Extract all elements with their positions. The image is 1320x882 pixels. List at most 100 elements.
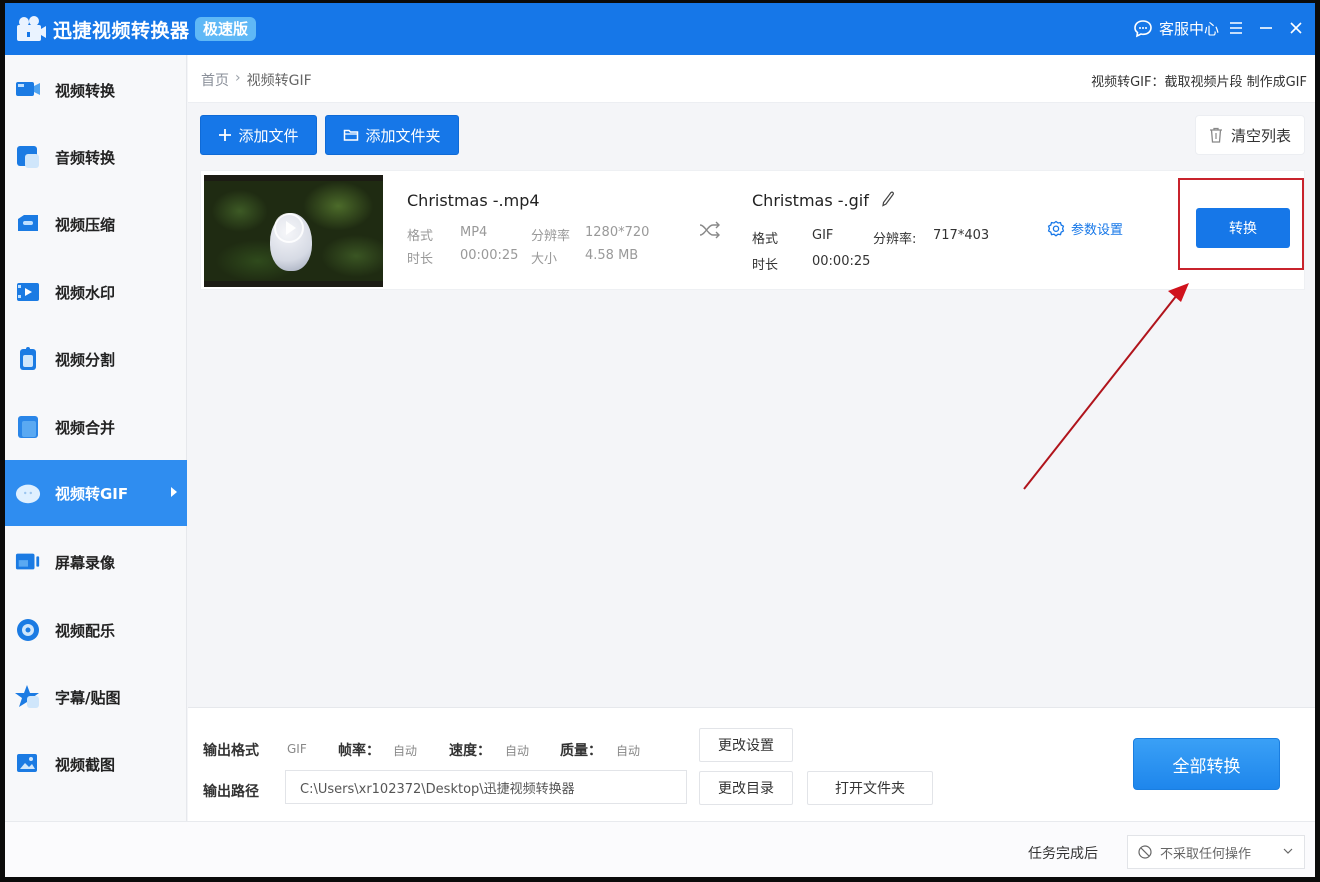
video-thumbnail[interactable]: [204, 175, 383, 287]
source-format-value: MP4: [460, 225, 488, 240]
customer-service-label: 客服中心: [1158, 20, 1219, 38]
video-music-icon: [15, 617, 41, 643]
sidebar-item-label: 视频压缩: [55, 215, 116, 234]
source-resolution-label: 分辨率: [531, 229, 571, 244]
sidebar-item-video-merge[interactable]: 视频合并: [5, 394, 187, 460]
highlight-box: 转换: [1178, 178, 1304, 270]
sidebar-item-label: 视频转GIF: [55, 484, 129, 503]
feature-hint: 视频转GIF：截取视频片段 制作成GIF: [1091, 75, 1307, 90]
active-arrow-icon: [171, 487, 177, 497]
app-window: 迅捷视频转换器 极速版 客服中心 视频转换 音频转换 视频压缩 视频水印 视频分…: [5, 3, 1315, 877]
clear-list-button[interactable]: 清空列表: [1195, 115, 1305, 155]
add-folder-button[interactable]: 添加文件夹: [325, 115, 459, 155]
output-duration-label: 时长: [752, 258, 779, 273]
source-format-label: 格式: [407, 229, 434, 244]
output-format-label: 格式: [752, 232, 779, 247]
output-duration-value: 00:00:25: [812, 254, 871, 269]
output-format-value: GIF: [287, 742, 307, 756]
video-screenshot-icon: [15, 751, 41, 777]
breadcrumb: 首页 › 视频转GIF: [201, 70, 312, 90]
gear-icon: [1047, 220, 1065, 237]
sidebar-item-video-screenshot[interactable]: 视频截图: [5, 731, 187, 797]
edit-name-icon[interactable]: [881, 191, 895, 207]
sidebar-item-video-to-gif[interactable]: 视频转GIF: [5, 460, 187, 526]
sidebar-item-video-convert[interactable]: 视频转换: [5, 57, 187, 123]
param-settings-label: 参数设置: [1071, 223, 1124, 238]
video-merge-icon: [15, 414, 41, 440]
subtitle-sticker-icon: [15, 684, 41, 710]
speed-label: 速度：: [449, 743, 491, 759]
video-compress-icon: [15, 211, 41, 237]
video-to-gif-icon: [15, 480, 41, 506]
plus-icon: [219, 129, 232, 141]
breadcrumb-separator: ›: [235, 70, 241, 86]
sidebar-item-label: 字幕/贴图: [55, 688, 121, 707]
convert-arrow-icon: [699, 221, 720, 239]
param-settings-button[interactable]: 参数设置: [1047, 219, 1123, 238]
add-folder-label: 添加文件夹: [365, 126, 441, 145]
prohibit-icon: [1138, 845, 1152, 859]
chat-bubble-icon: [1134, 19, 1152, 37]
sidebar-item-label: 屏幕录像: [55, 553, 116, 572]
play-icon[interactable]: [274, 213, 304, 243]
sidebar-item-label: 视频合并: [55, 418, 116, 437]
menu-icon[interactable]: [1225, 17, 1247, 39]
sidebar-item-label: 视频分割: [55, 350, 116, 369]
video-watermark-icon: [15, 279, 41, 305]
output-path-input[interactable]: [285, 770, 687, 804]
after-task-select[interactable]: 不采取任何操作: [1127, 835, 1305, 869]
sidebar-item-video-split[interactable]: 视频分割: [5, 326, 187, 392]
convert-button[interactable]: 转换: [1196, 208, 1290, 248]
source-size-value: 4.58 MB: [585, 248, 639, 263]
sidebar-item-label: 音频转换: [55, 148, 116, 167]
add-file-button[interactable]: 添加文件: [200, 115, 317, 155]
output-panel: 输出格式 GIF 帧率： 自动 速度： 自动 质量： 自动 更改设置 输出路径 …: [188, 707, 1315, 821]
output-resolution-value: 717*403: [933, 228, 990, 243]
trash-icon: [1209, 127, 1222, 143]
output-path-label: 输出路径: [203, 784, 259, 800]
folder-icon: [344, 129, 359, 141]
quality-value: 自动: [616, 744, 641, 758]
video-split-icon: [15, 346, 41, 372]
after-task-label: 任务完成后: [1028, 846, 1098, 862]
sidebar: 视频转换 音频转换 视频压缩 视频水印 视频分割 视频合并 视频转GIF 屏幕录…: [5, 55, 187, 821]
status-bar: 任务完成后 不采取任何操作: [5, 821, 1315, 877]
change-settings-button[interactable]: 更改设置: [699, 728, 793, 762]
source-resolution-value: 1280*720: [585, 225, 650, 240]
open-folder-button[interactable]: 打开文件夹: [807, 771, 933, 805]
output-format-label: 输出格式: [203, 743, 259, 759]
output-file-name: Christmas -.gif: [752, 191, 869, 210]
sidebar-item-video-compress[interactable]: 视频压缩: [5, 191, 187, 257]
clear-list-label: 清空列表: [1230, 126, 1291, 145]
sidebar-item-video-music[interactable]: 视频配乐: [5, 597, 187, 663]
quality-label: 质量：: [560, 743, 602, 759]
sidebar-item-screen-record[interactable]: 屏幕录像: [5, 529, 187, 595]
sidebar-item-label: 视频配乐: [55, 621, 116, 640]
sidebar-item-video-watermark[interactable]: 视频水印: [5, 259, 187, 325]
add-file-label: 添加文件: [238, 126, 299, 145]
source-duration-value: 00:00:25: [460, 248, 519, 263]
framerate-value: 自动: [393, 744, 418, 758]
close-icon[interactable]: [1285, 17, 1307, 39]
app-title: 迅捷视频转换器: [53, 20, 190, 42]
sidebar-item-subtitle-sticker[interactable]: 字幕/贴图: [5, 664, 187, 730]
source-duration-label: 时长: [407, 252, 434, 267]
breadcrumb-current: 视频转GIF: [246, 73, 312, 89]
sidebar-item-audio-convert[interactable]: 音频转换: [5, 124, 187, 190]
customer-service-button[interactable]: 客服中心: [1133, 18, 1219, 39]
source-file-name: Christmas -.mp4: [407, 191, 540, 210]
speed-value: 自动: [505, 744, 530, 758]
breadcrumb-home[interactable]: 首页: [201, 70, 229, 90]
minimize-icon[interactable]: [1255, 17, 1277, 39]
sidebar-item-label: 视频截图: [55, 755, 116, 774]
convert-all-button[interactable]: 全部转换: [1133, 738, 1280, 790]
file-list-item: Christmas -.mp4 格式 MP4 分辨率 1280*720 时长 0…: [200, 170, 1305, 290]
source-size-label: 大小: [531, 252, 558, 267]
change-directory-button[interactable]: 更改目录: [699, 771, 793, 805]
chevron-down-icon: [1283, 848, 1293, 854]
after-task-value: 不采取任何操作: [1160, 846, 1252, 862]
sidebar-item-label: 视频转换: [55, 81, 116, 100]
sidebar-item-label: 视频水印: [55, 283, 116, 302]
audio-convert-icon: [15, 144, 41, 170]
screen-record-icon: [15, 549, 41, 575]
